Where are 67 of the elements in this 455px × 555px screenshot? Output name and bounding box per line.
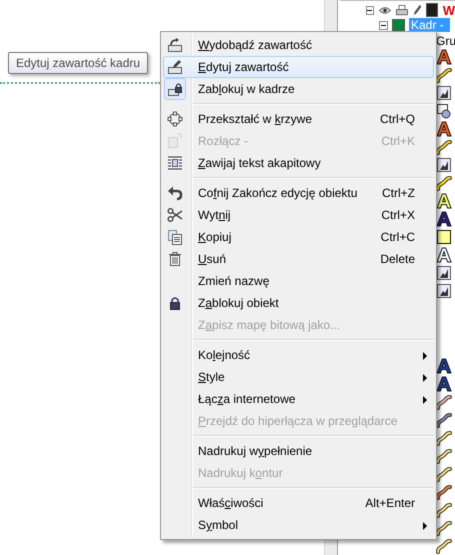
- menu-item[interactable]: Nadrukuj wypełnienie: [163, 440, 434, 462]
- shortcut-text: Delete: [380, 252, 415, 266]
- documents-icon: [167, 229, 183, 245]
- curve-icon[interactable]: [436, 502, 452, 518]
- menu-item[interactable]: Zablokuj obiekt: [163, 292, 434, 314]
- layer-name[interactable]: W: [442, 2, 455, 18]
- group-icon[interactable]: [436, 103, 452, 119]
- menu-item[interactable]: Symbol: [163, 514, 434, 536]
- padlock-icon: [167, 295, 183, 311]
- menu-item[interactable]: Wytnij Ctrl+X: [163, 204, 434, 226]
- collapse-icon[interactable]: [379, 20, 388, 30]
- letter-a-icon[interactable]: [436, 376, 452, 392]
- menu-item[interactable]: Kopiuj Ctrl+C: [163, 226, 434, 248]
- pencil-icon[interactable]: [412, 3, 422, 17]
- trash-icon: [167, 251, 183, 267]
- bitmap-icon[interactable]: [436, 283, 452, 299]
- shortcut-text: Alt+Enter: [365, 496, 415, 510]
- menu-item[interactable]: Wydobądź zawartość: [163, 34, 434, 56]
- curve-icon[interactable]: [436, 67, 452, 83]
- menu-item[interactable]: Zmień nazwę: [163, 270, 434, 292]
- menu-item[interactable]: Cofnij Zakończ edycję obiektu Ctrl+Z: [163, 182, 434, 204]
- menu-item[interactable]: Łącza internetowe: [163, 388, 434, 410]
- menu-item[interactable]: Style: [163, 366, 434, 388]
- menu-item[interactable]: Właściwości Alt+Enter: [163, 492, 434, 514]
- shortcut-text: Ctrl+Z: [382, 186, 415, 200]
- curve-icon[interactable]: [436, 175, 452, 191]
- shortcut-text: Ctrl+C: [380, 230, 415, 244]
- collapse-icon[interactable]: [366, 6, 374, 14]
- bitmap-icon[interactable]: [436, 265, 452, 281]
- menu-item[interactable]: Przekształć w krzywe Ctrl+Q: [163, 108, 434, 130]
- letter-a-icon[interactable]: [436, 358, 452, 374]
- curve-icon[interactable]: [436, 466, 452, 482]
- menu-item[interactable]: Zawijaj tekst akapitowy: [163, 152, 434, 174]
- bitmap-icon[interactable]: [436, 85, 452, 101]
- curve-icon[interactable]: [436, 448, 452, 464]
- tray-pencil-icon: [167, 59, 183, 75]
- undo-icon: [167, 185, 183, 201]
- group-label: Gru: [436, 34, 455, 48]
- curve-icon[interactable]: [436, 520, 452, 536]
- tray-arrow-icon: [167, 37, 183, 53]
- shortcut-text: Ctrl+Q: [380, 112, 415, 126]
- scissors-icon: [167, 207, 183, 223]
- circle-nodes-icon: [167, 111, 183, 127]
- rectangle-icon[interactable]: [436, 229, 452, 245]
- letter-a-icon[interactable]: [436, 247, 452, 263]
- squares-icon: [167, 133, 183, 149]
- eye-icon[interactable]: [378, 6, 391, 14]
- shortcut-text: Ctrl+K: [381, 134, 415, 148]
- bitmap-icon[interactable]: [436, 157, 452, 173]
- letter-a-icon[interactable]: [436, 211, 452, 227]
- curve-icon[interactable]: [436, 430, 452, 446]
- shortcut-text: Ctrl+X: [381, 208, 415, 222]
- menu-item[interactable]: Edytuj zawartość: [163, 56, 434, 78]
- printer-icon[interactable]: [396, 4, 408, 16]
- menu-item[interactable]: Kolejność: [163, 344, 434, 366]
- letter-a-icon[interactable]: [436, 193, 452, 209]
- curve-icon[interactable]: [436, 538, 452, 554]
- curve-icon[interactable]: [436, 394, 452, 410]
- curve-icon[interactable]: [436, 484, 452, 500]
- menu-item[interactable]: Usuń Delete: [163, 248, 434, 270]
- curve-icon[interactable]: [436, 139, 452, 155]
- letter-a-icon[interactable]: [436, 49, 452, 65]
- menu-item[interactable]: Zablokuj w kadrze: [163, 78, 434, 100]
- curve-icon[interactable]: [436, 412, 452, 428]
- letter-a-icon[interactable]: [436, 121, 452, 137]
- text-wrap-icon: [167, 155, 183, 171]
- tooltip: Edytuj zawartość kadru: [8, 52, 148, 74]
